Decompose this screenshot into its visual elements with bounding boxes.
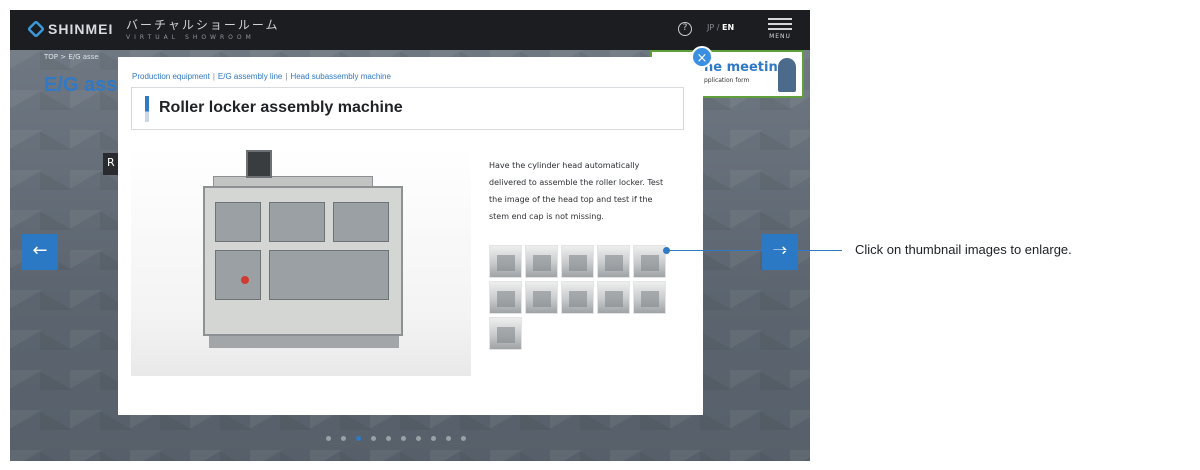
breadcrumb-link[interactable]: Head subassembly machine <box>290 72 391 81</box>
machine-panel <box>215 250 261 300</box>
prev-arrow-button[interactable]: ← <box>22 234 58 270</box>
thumbnail-image[interactable] <box>561 281 594 314</box>
machine-panel <box>333 202 389 242</box>
product-modal: Production equipment | E/G assembly line | H… <box>118 57 703 415</box>
machine-body <box>203 186 403 336</box>
logo[interactable]: SHINMEI <box>26 19 114 39</box>
help-icon[interactable]: ? <box>678 22 692 36</box>
pagination-dot[interactable] <box>416 436 421 441</box>
machine-panel <box>215 202 261 242</box>
next-arrow-button[interactable]: → <box>762 234 798 270</box>
hamburger-icon-bar <box>768 23 792 25</box>
logo-text: SHINMEI <box>48 21 114 37</box>
thumbnail-image[interactable] <box>489 245 522 278</box>
thumbnail-image[interactable] <box>489 281 522 314</box>
menu-label: MENU <box>769 33 791 40</box>
callout-annotation: Click on thumbnail images to enlarge. <box>855 242 1072 257</box>
machine-panel <box>269 202 325 242</box>
lang-jp-link[interactable]: JP <box>707 23 714 32</box>
person-icon <box>778 58 796 92</box>
hamburger-icon-bar <box>768 28 792 30</box>
breadcrumb-separator: | <box>212 72 215 81</box>
thumbnail-image[interactable] <box>597 281 630 314</box>
pagination-dot[interactable] <box>356 436 361 441</box>
product-main-image <box>131 146 471 376</box>
pagination-dot[interactable] <box>386 436 391 441</box>
pagination-dot[interactable] <box>371 436 376 441</box>
thumbnail-image[interactable] <box>561 245 594 278</box>
machine-monitor <box>246 150 272 178</box>
callout-line <box>666 250 842 251</box>
lang-en-link[interactable]: EN <box>722 23 734 32</box>
pagination-dot[interactable] <box>461 436 466 441</box>
site-title-jp: バーチャルショールーム <box>126 18 280 32</box>
thumbnail-image[interactable] <box>489 317 522 350</box>
title-accent-bar <box>145 96 149 122</box>
showroom-screen: SHINMEI バーチャルショールーム VIRTUAL SHOWROOM ? J… <box>10 10 810 461</box>
thumbnail-grid <box>489 245 674 350</box>
pagination-dot[interactable] <box>341 436 346 441</box>
product-description: Have the cylinder head automatically del… <box>489 161 664 221</box>
thumbnail-image[interactable] <box>633 245 666 278</box>
thumbnail-image[interactable] <box>525 245 558 278</box>
pagination-dot[interactable] <box>401 436 406 441</box>
page-breadcrumb[interactable]: TOP > E/G asse <box>44 53 99 61</box>
modal-breadcrumb: Production equipment | E/G assembly line | H… <box>132 72 391 81</box>
breadcrumb-link[interactable]: E/G assembly line <box>218 72 282 81</box>
language-switcher: JP / EN <box>707 23 734 32</box>
page-title: E/G ass <box>44 74 118 96</box>
pagination-dot[interactable] <box>446 436 451 441</box>
slide-pagination <box>326 436 466 441</box>
close-modal-button[interactable]: × <box>691 46 713 68</box>
logo-icon <box>26 19 46 39</box>
machine-base <box>209 336 399 348</box>
pagination-dot[interactable] <box>431 436 436 441</box>
modal-title: Roller locker assembly machine <box>159 99 403 116</box>
hamburger-icon-bar <box>768 18 792 20</box>
emergency-stop-icon <box>241 276 249 284</box>
site-title-en: VIRTUAL SHOWROOM <box>126 34 255 41</box>
top-bar: SHINMEI バーチャルショールーム VIRTUAL SHOWROOM ? J… <box>10 10 810 50</box>
site-title: バーチャルショールーム VIRTUAL SHOWROOM <box>126 16 280 41</box>
thumbnail-image[interactable] <box>597 245 630 278</box>
thumbnail-image[interactable] <box>633 281 666 314</box>
title-box: Roller locker assembly machine <box>131 87 684 130</box>
pagination-dot[interactable] <box>326 436 331 441</box>
machine-panel <box>269 250 389 300</box>
lang-separator: / <box>716 23 720 32</box>
thumbnail-image[interactable] <box>525 281 558 314</box>
breadcrumb-link[interactable]: Production equipment <box>132 72 210 81</box>
menu-button[interactable]: MENU <box>768 18 792 40</box>
breadcrumb-separator: | <box>285 72 288 81</box>
